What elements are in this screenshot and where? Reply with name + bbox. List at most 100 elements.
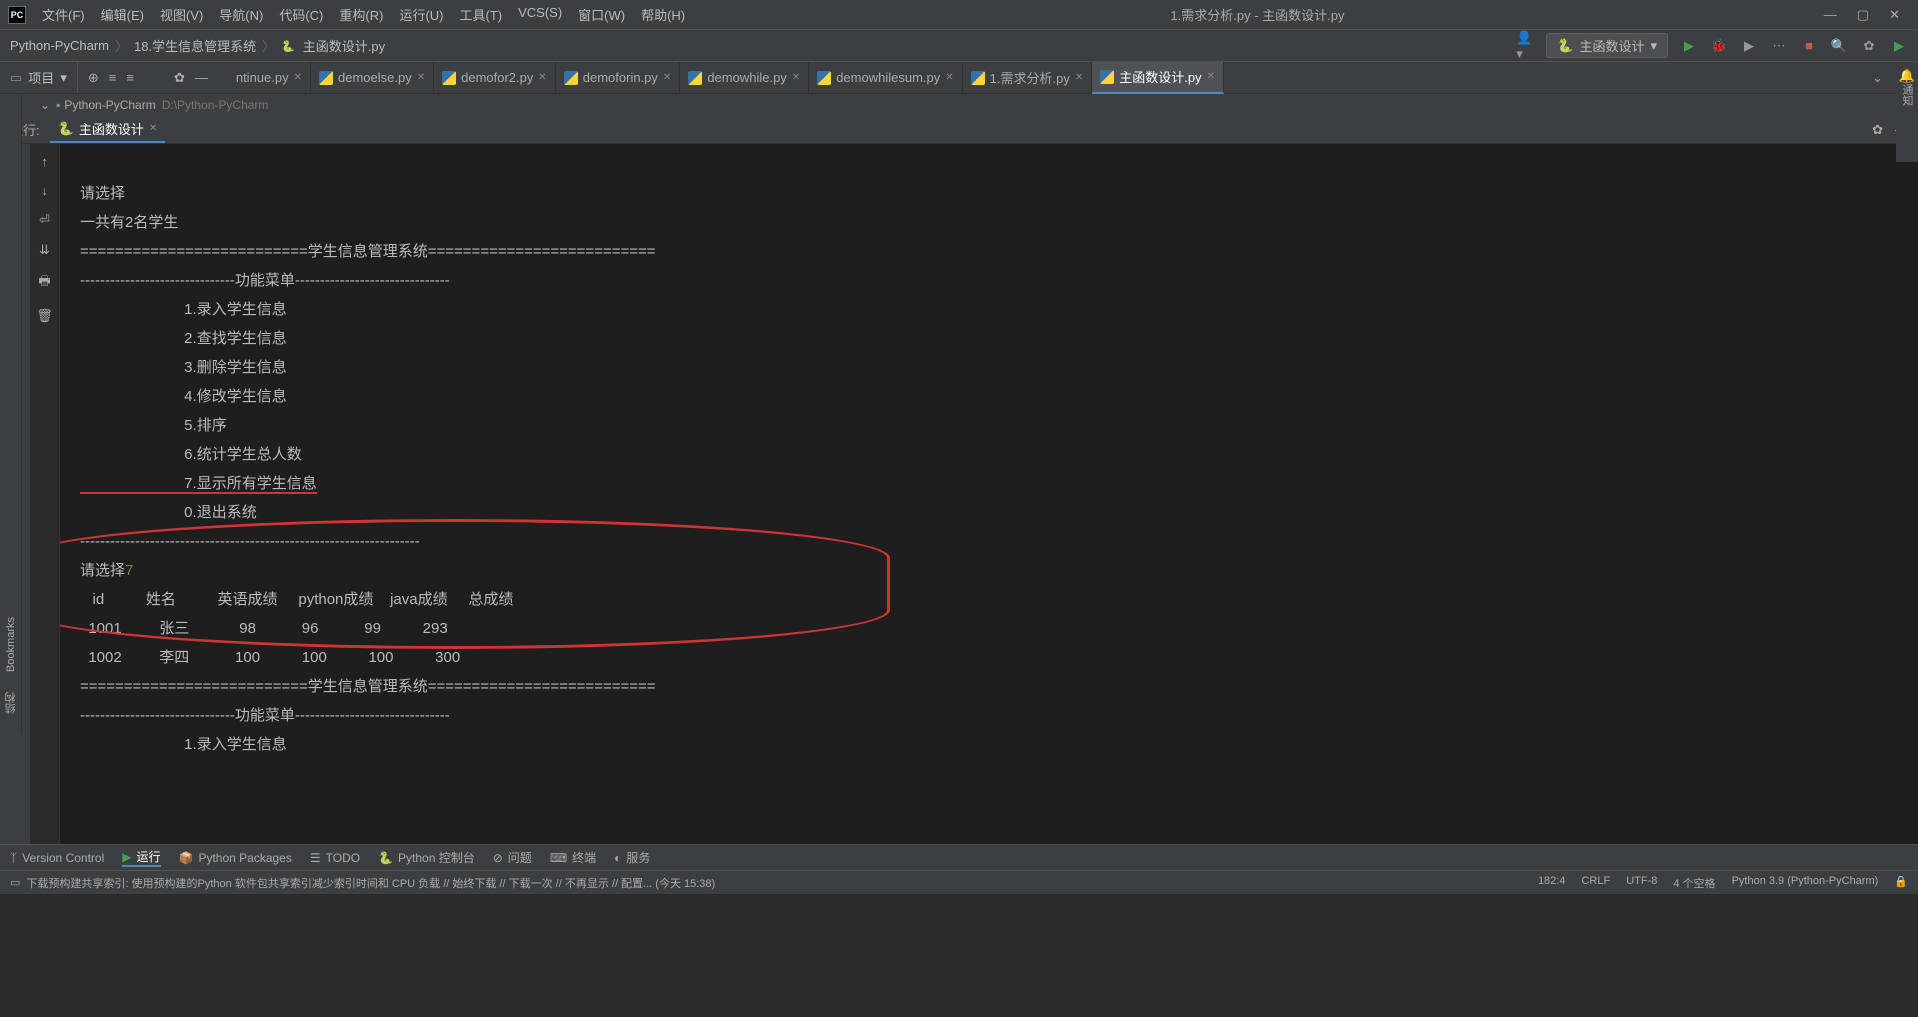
console-line: 一共有2名学生 [80, 214, 178, 231]
tab-label: demoforin.py [583, 70, 658, 85]
notifications-rail-button[interactable]: 通知 [1899, 84, 1915, 106]
up-arrow-icon[interactable]: ↑ [41, 154, 48, 169]
run-button[interactable]: ▶ [1680, 37, 1698, 55]
close-icon[interactable]: ✕ [1889, 7, 1900, 23]
gear-icon[interactable]: ✿ [174, 70, 185, 86]
project-tool-button[interactable]: ▭ 项目 ▾ [0, 62, 78, 93]
python-file-icon [971, 71, 985, 85]
line-separator[interactable]: CRLF [1581, 875, 1610, 891]
python-file-icon [281, 38, 297, 53]
problems-tool-button[interactable]: ⊘问题 [493, 849, 532, 866]
indent-setting[interactable]: 4 个空格 [1673, 875, 1715, 891]
run-with-icon[interactable]: ▶ [1890, 37, 1908, 55]
menu-code[interactable]: 代码(C) [273, 2, 329, 27]
menu-refactor[interactable]: 重构(R) [333, 2, 389, 27]
more-run-button[interactable]: ⋯ [1770, 37, 1788, 55]
expand-icon[interactable]: ≡ [109, 70, 117, 86]
collapse-icon[interactable]: ≡ [126, 70, 134, 86]
structure-rail-button[interactable]: 结构 [3, 692, 19, 714]
soft-wrap-icon[interactable]: ⏎ [39, 212, 50, 228]
chevron-down-icon: ⌄ [40, 98, 50, 112]
menu-window[interactable]: 窗口(W) [572, 2, 631, 27]
close-tab-icon[interactable]: ✕ [1075, 72, 1083, 83]
menu-edit[interactable]: 编辑(E) [95, 2, 150, 27]
down-arrow-icon[interactable]: ↓ [41, 183, 48, 198]
packages-tool-button[interactable]: 📦Python Packages [179, 851, 292, 865]
menu-tools[interactable]: 工具(T) [453, 2, 508, 27]
console-line: 请选择 [80, 185, 125, 202]
folder-icon: ▪ [56, 98, 60, 112]
run-config-selector[interactable]: 🐍 主函数设计 ▾ [1546, 33, 1668, 58]
console-table-row: 1001 张三 98 96 99 293 [80, 620, 448, 637]
console-output[interactable]: 请选择 一共有2名学生 ==========================学生… [60, 144, 1918, 844]
bookmarks-rail-button[interactable]: Bookmarks [5, 617, 17, 672]
editor-tab[interactable]: demowhilesum.py✕ [809, 62, 962, 94]
gear-icon[interactable]: ✿ [1872, 122, 1883, 138]
scroll-icon[interactable]: ⇊ [39, 242, 50, 258]
close-tab-icon[interactable]: ✕ [945, 72, 953, 83]
editor-tab[interactable]: 1.需求分析.py ✕ [963, 62, 1093, 94]
services-tool-button[interactable]: ◐服务 [614, 849, 650, 866]
tab-label: 1.需求分析.py [990, 68, 1070, 87]
console-menu-item-highlighted: 7.显示所有学生信息 [80, 475, 317, 494]
hide-icon[interactable]: ― [195, 70, 208, 86]
python-console-button[interactable]: 🐍Python 控制台 [378, 849, 475, 866]
todo-tool-button[interactable]: ☰TODO [310, 851, 360, 865]
breadcrumb-folder[interactable]: 18.学生信息管理系统 [134, 36, 256, 55]
editor-tabs: ntinue.py✕ demoelse.py✕ demofor2.py✕ dem… [228, 62, 1862, 94]
editor-tab-active[interactable]: 主函数设计.py✕ [1092, 62, 1224, 94]
close-tab-icon[interactable]: ✕ [294, 72, 302, 83]
close-tab-icon[interactable]: ✕ [538, 72, 546, 83]
editor-tab[interactable]: demowhile.py✕ [680, 62, 809, 94]
right-side-rail: 🔔 通知 [1896, 62, 1918, 162]
lock-icon[interactable]: 🔒 [1894, 875, 1908, 891]
cursor-position[interactable]: 182:4 [1538, 875, 1566, 891]
close-tab-icon[interactable]: ✕ [1207, 71, 1215, 82]
chevron-down-icon: ▾ [60, 70, 67, 86]
menu-vcs[interactable]: VCS(S) [512, 2, 568, 27]
editor-tab[interactable]: demoelse.py✕ [311, 62, 434, 94]
menu-help[interactable]: 帮助(H) [635, 2, 691, 27]
editor-tab[interactable]: demoforin.py ✕ [556, 62, 681, 94]
settings-icon[interactable]: ✿ [1860, 37, 1878, 55]
editor-tab[interactable]: ntinue.py✕ [228, 62, 311, 94]
search-icon[interactable]: 🔍 [1830, 37, 1848, 55]
user-icon[interactable]: 👤▾ [1516, 37, 1534, 55]
close-tab-icon[interactable]: ✕ [417, 72, 425, 83]
python-file-icon [817, 71, 831, 85]
status-message[interactable]: ▭ 下载预构建共享索引: 使用预构建的Python 软件包共享索引减少索引时间和… [10, 875, 1538, 891]
run-tool-button[interactable]: ▶运行 [122, 848, 160, 867]
coverage-button[interactable]: ▶ [1740, 37, 1758, 55]
menu-view[interactable]: 视图(V) [154, 2, 209, 27]
stop-button[interactable]: ■ [1800, 37, 1818, 55]
chevron-down-icon[interactable]: ⌄ [1872, 70, 1883, 86]
python-file-icon [688, 71, 702, 85]
terminal-tool-button[interactable]: ⌨终端 [550, 849, 596, 866]
label: 服务 [626, 849, 650, 866]
editor-tab[interactable]: demofor2.py✕ [434, 62, 556, 94]
interpreter[interactable]: Python 3.9 (Python-PyCharm) [1732, 875, 1879, 891]
console-menu-item: 6.统计学生总人数 [80, 446, 302, 463]
close-tab-icon[interactable]: ✕ [149, 123, 157, 134]
close-tab-icon[interactable]: ✕ [792, 72, 800, 83]
minimize-icon[interactable]: ― [1824, 7, 1837, 23]
label: 运行 [136, 848, 160, 865]
menu-navigate[interactable]: 导航(N) [213, 2, 269, 27]
debug-button[interactable]: 🐞 [1710, 37, 1728, 55]
trash-icon[interactable]: 🗑 [36, 308, 53, 324]
vcs-tool-button[interactable]: ᛉVersion Control [10, 851, 104, 865]
file-encoding[interactable]: UTF-8 [1626, 875, 1657, 891]
console-menu-item: 4.修改学生信息 [80, 388, 287, 405]
window-controls: ― ▢ ✕ [1824, 7, 1910, 23]
menu-run[interactable]: 运行(U) [393, 2, 449, 27]
project-tree-root[interactable]: ⌄ ▪ Python-PyCharm D:\Python-PyCharm [0, 94, 1918, 116]
breadcrumb-project[interactable]: Python-PyCharm [10, 38, 109, 53]
bell-icon[interactable]: 🔔 [1899, 68, 1915, 84]
target-icon[interactable]: ⊕ [88, 70, 99, 86]
close-tab-icon[interactable]: ✕ [663, 72, 671, 83]
menu-file[interactable]: 文件(F) [36, 2, 91, 27]
print-icon[interactable]: 🖶 [38, 272, 50, 294]
run-tab[interactable]: 🐍 主函数设计 ✕ [50, 116, 166, 143]
breadcrumb-file[interactable]: 主函数设计.py [303, 36, 385, 55]
maximize-icon[interactable]: ▢ [1857, 7, 1869, 23]
